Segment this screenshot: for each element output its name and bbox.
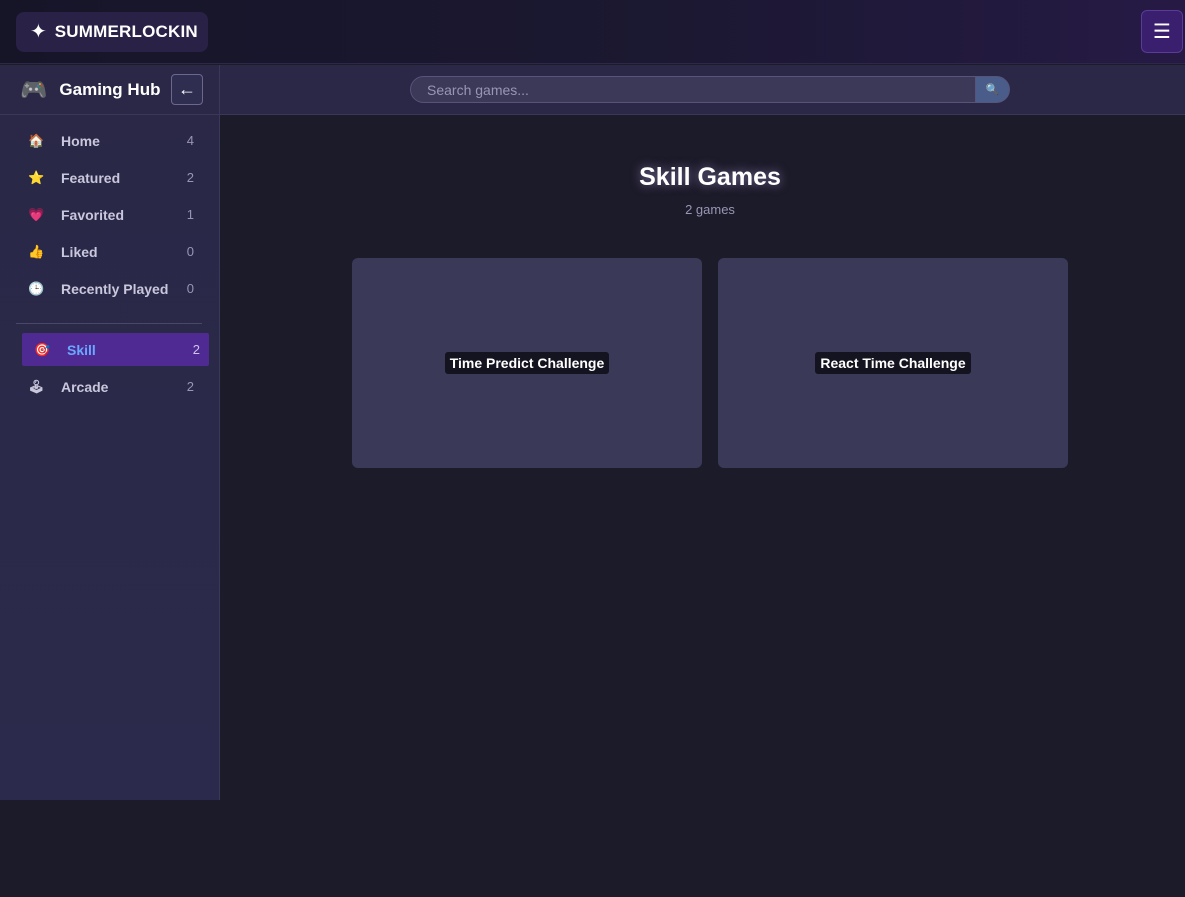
game-card-title: Time Predict Challenge xyxy=(444,352,610,374)
page-title: Skill Games xyxy=(639,163,781,191)
game-card-react-time-challenge[interactable]: React Time Challenge xyxy=(718,258,1068,468)
sidebar-item-recently-played[interactable]: 🕒 Recently Played 0 xyxy=(22,272,209,305)
sidebar-item-count: 1 xyxy=(186,207,194,222)
sidebar-item-skill[interactable]: 🎯 Skill 2 xyxy=(22,333,209,366)
arrow-left-icon: ← xyxy=(178,79,196,99)
collapse-sidebar-button[interactable]: ← xyxy=(171,74,203,105)
sidebar-item-label: Arcade xyxy=(61,378,109,395)
heart-icon: 💗 xyxy=(28,206,45,222)
top-bar: ✦ SUMMERLOCKIN ☰ xyxy=(0,0,1185,64)
gamepad-icon: 🎮 xyxy=(20,76,48,102)
house-icon: 🏠 xyxy=(28,132,45,148)
sidebar-item-favorited[interactable]: 💗 Favorited 1 xyxy=(22,198,209,231)
sidebar-item-liked[interactable]: 👍 Liked 0 xyxy=(22,235,209,268)
sidebar-item-count: 2 xyxy=(186,170,194,185)
sidebar-header: 🎮 Gaming Hub ← xyxy=(0,65,219,115)
sidebar-item-count: 2 xyxy=(186,379,194,394)
sidebar-item-label: Liked xyxy=(61,243,98,260)
sidebar-item-label: Featured xyxy=(61,169,121,186)
star-icon: ⭐ xyxy=(28,169,45,185)
sidebar-item-label: Home xyxy=(61,132,100,149)
search-button[interactable]: 🔍 xyxy=(975,76,1010,103)
sidebar-item-count: 2 xyxy=(192,342,200,357)
sidebar-item-label: Skill xyxy=(67,341,96,358)
thumbs-up-icon: 👍 xyxy=(28,243,45,259)
sidebar-item-home[interactable]: 🏠 Home 4 xyxy=(22,124,209,157)
joystick-icon: 🕹 xyxy=(28,378,45,394)
hamburger-icon: ☰ xyxy=(1153,21,1171,43)
sidebar-item-arcade[interactable]: 🕹 Arcade 2 xyxy=(22,370,209,403)
sidebar-divider xyxy=(16,323,202,324)
clock-icon: 🕒 xyxy=(28,280,45,296)
sparkle-icon: ✦ xyxy=(30,21,47,43)
search-input[interactable] xyxy=(410,76,976,103)
search-icon: 🔍 xyxy=(985,84,1000,96)
search-bar: 🔍 xyxy=(220,65,1185,115)
game-card-time-predict-challenge[interactable]: Time Predict Challenge xyxy=(352,258,702,468)
sidebar-item-label: Recently Played xyxy=(61,280,169,297)
sidebar-item-count: 4 xyxy=(186,133,194,148)
sidebar-item-count: 0 xyxy=(186,244,194,259)
game-count: 2 games xyxy=(685,202,735,217)
sidebar-item-featured[interactable]: ⭐ Featured 2 xyxy=(22,161,209,194)
sidebar-item-count: 0 xyxy=(186,281,194,296)
sidebar-title: Gaming Hub xyxy=(59,79,161,99)
hamburger-menu-button[interactable]: ☰ xyxy=(1141,10,1183,53)
game-card-title: React Time Challenge xyxy=(815,352,971,374)
target-icon: 🎯 xyxy=(34,341,51,357)
sidebar: 🎮 Gaming Hub ← 🏠 Home 4 ⭐ Featured 2 💗 F… xyxy=(0,65,220,800)
app-logo[interactable]: ✦ SUMMERLOCKIN xyxy=(16,12,208,52)
sidebar-item-label: Favorited xyxy=(61,206,125,223)
app-name: SUMMERLOCKIN xyxy=(54,22,198,41)
